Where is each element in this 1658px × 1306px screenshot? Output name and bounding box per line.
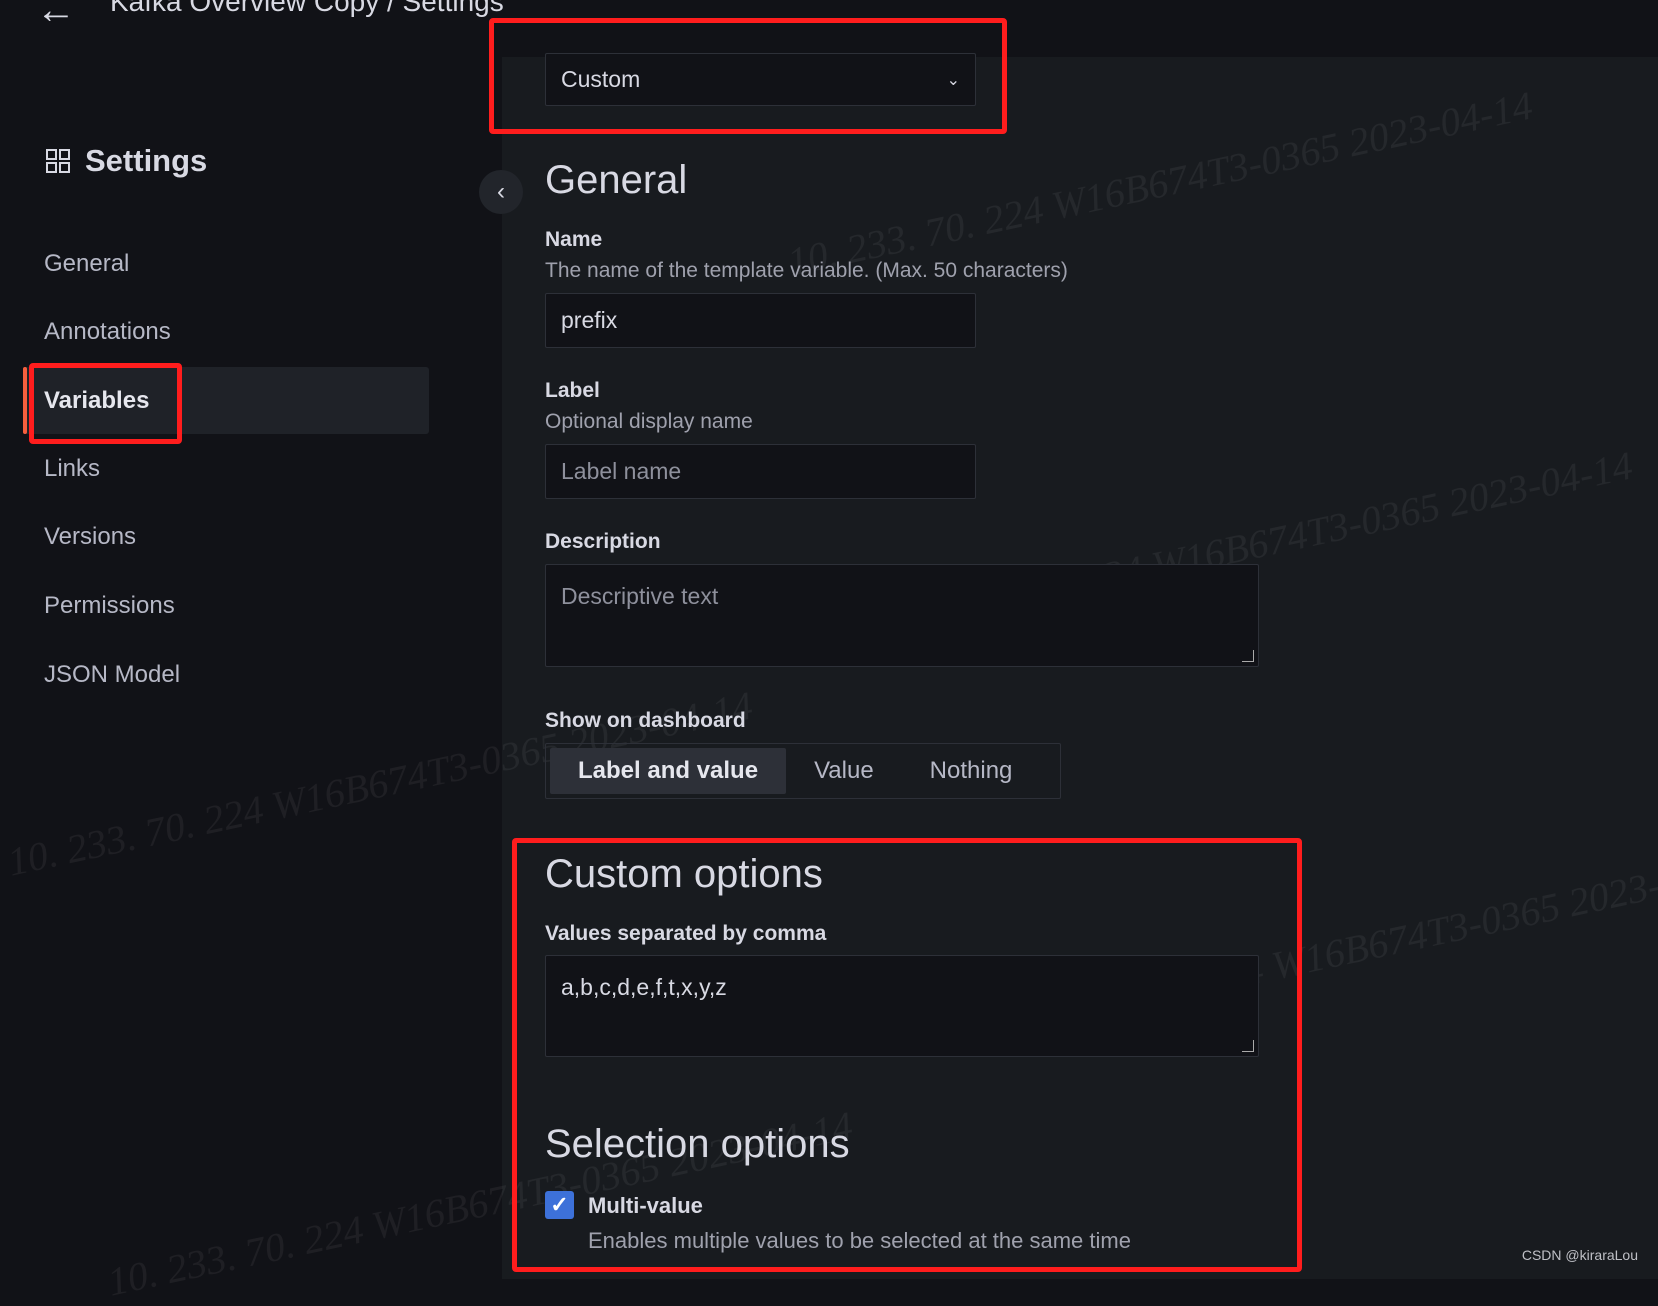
sidebar-item-permissions[interactable]: Permissions — [44, 592, 175, 620]
label-placeholder: Label name — [561, 458, 682, 484]
name-input[interactable]: prefix — [545, 293, 976, 348]
name-label: Name — [545, 228, 603, 251]
highlight-box — [489, 18, 1007, 134]
description-textarea[interactable]: Descriptive text — [545, 564, 1259, 667]
active-indicator — [23, 367, 27, 434]
resize-handle-icon[interactable] — [1242, 650, 1254, 662]
description-placeholder: Descriptive text — [561, 583, 719, 609]
name-description: The name of the template variable. (Max.… — [545, 259, 1068, 282]
back-arrow-icon[interactable]: ← — [36, 0, 76, 33]
sidebar-item-annotations[interactable]: Annotations — [44, 318, 171, 346]
label-label: Label — [545, 379, 600, 402]
credit-text: CSDN @kiraraLou — [1521, 1247, 1638, 1263]
show-on-dashboard-label: Show on dashboard — [545, 709, 746, 732]
sidebar-item-general[interactable]: General — [44, 250, 129, 278]
sidebar-item-links[interactable]: Links — [44, 455, 100, 483]
page-title: Kafka Overview Copy / Settings — [110, 0, 504, 17]
option-nothing[interactable]: Nothing — [902, 748, 1041, 794]
label-description: Optional display name — [545, 410, 753, 433]
highlight-box — [29, 363, 182, 444]
option-value[interactable]: Value — [786, 748, 902, 794]
label-input[interactable]: Label name — [545, 444, 976, 499]
highlight-box — [512, 838, 1302, 1272]
description-label: Description — [545, 530, 661, 553]
settings-heading: Settings — [45, 143, 207, 179]
grid-icon — [46, 149, 70, 173]
chevron-left-icon: ‹ — [497, 178, 505, 205]
show-on-dashboard-radio-group: Label and value Value Nothing — [545, 743, 1061, 799]
general-heading: General — [545, 158, 688, 202]
settings-title: Settings — [85, 143, 208, 178]
collapse-sidebar-button[interactable]: ‹ — [479, 170, 523, 214]
sidebar-item-versions[interactable]: Versions — [44, 523, 136, 551]
option-label-and-value[interactable]: Label and value — [550, 748, 787, 794]
sidebar-item-json-model[interactable]: JSON Model — [44, 661, 180, 689]
